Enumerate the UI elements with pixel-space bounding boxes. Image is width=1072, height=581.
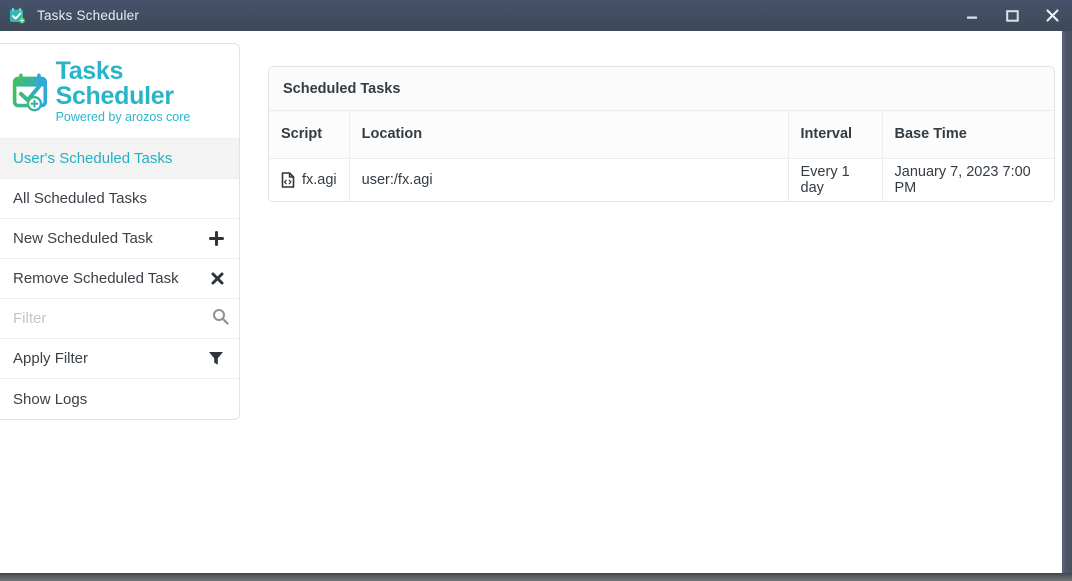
window-frame-bottom-edge (0, 573, 1072, 581)
plus-icon (209, 231, 224, 246)
window-title: Tasks Scheduler (37, 8, 139, 23)
minimize-button[interactable] (952, 0, 992, 31)
table-header-row: Script Location Interval Base Time (269, 111, 1054, 158)
sidebar-item-label: User's Scheduled Tasks (13, 150, 172, 167)
sidebar-item-label: Apply Filter (13, 350, 88, 367)
maximize-button[interactable] (992, 0, 1032, 31)
close-button[interactable] (1032, 0, 1072, 31)
app-icon (9, 7, 26, 24)
column-header-interval: Interval (788, 111, 882, 158)
sidebar-item-label: All Scheduled Tasks (13, 190, 147, 207)
scheduled-tasks-table: Script Location Interval Base Time (269, 111, 1054, 201)
sidebar-item-show-logs[interactable]: Show Logs (0, 379, 239, 419)
task-interval: Every 1 day (788, 158, 882, 201)
sidebar-item-remove-scheduled-task[interactable]: Remove Scheduled Task (0, 259, 239, 299)
sidebar-item-label: Remove Scheduled Task (13, 270, 179, 287)
search-icon (212, 308, 229, 330)
minimize-icon (966, 10, 978, 22)
sidebar-item-label: New Scheduled Task (13, 230, 153, 247)
maximize-icon (1006, 10, 1019, 22)
logo-subtitle: Powered by arozos core (56, 110, 229, 124)
remove-cross-icon (211, 272, 224, 285)
filter-funnel-icon (208, 351, 224, 366)
logo-title: Tasks Scheduler (56, 59, 229, 109)
scheduled-tasks-panel: Scheduled Tasks Script Location Interval… (268, 66, 1055, 202)
task-base-time: January 7, 2023 7:00 PM (882, 158, 1054, 201)
window-frame-right-edge (1062, 31, 1072, 573)
sidebar-item-label: Show Logs (13, 391, 87, 408)
task-location: user:/fx.agi (349, 158, 788, 201)
sidebar: Tasks Scheduler Powered by arozos core U… (0, 43, 240, 420)
filter-field-row (0, 299, 239, 339)
app-window: Tasks Scheduler (0, 0, 1072, 581)
script-file-icon (281, 172, 295, 188)
filter-input[interactable] (13, 310, 212, 327)
close-icon (1046, 9, 1059, 22)
titlebar: Tasks Scheduler (0, 0, 1072, 31)
sidebar-item-new-scheduled-task[interactable]: New Scheduled Task (0, 219, 239, 259)
calendar-check-plus-icon (11, 69, 52, 115)
column-header-base-time: Base Time (882, 111, 1054, 158)
panel-title: Scheduled Tasks (269, 67, 1054, 111)
window-controls (952, 0, 1072, 31)
column-header-location: Location (349, 111, 788, 158)
task-script-name: fx.agi (302, 172, 337, 188)
sidebar-item-users-scheduled-tasks[interactable]: User's Scheduled Tasks (0, 139, 239, 179)
table-row: fx.agi user:/fx.agi Every 1 day January … (269, 158, 1054, 201)
app-logo: Tasks Scheduler Powered by arozos core (0, 44, 239, 139)
sidebar-item-all-scheduled-tasks[interactable]: All Scheduled Tasks (0, 179, 239, 219)
column-header-script: Script (269, 111, 349, 158)
sidebar-item-apply-filter[interactable]: Apply Filter (0, 339, 239, 379)
